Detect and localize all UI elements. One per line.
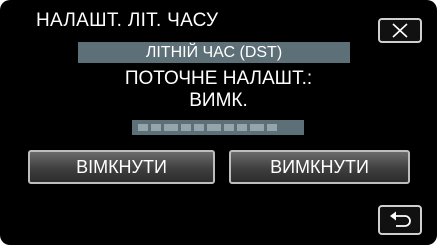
turn-on-button[interactable]: ВІМКНУТИ — [28, 150, 215, 184]
current-setting-label: ПОТОЧНЕ НАЛАШТ.: — [124, 68, 313, 89]
current-setting-value: ВИМК. — [189, 90, 248, 111]
bar-segment — [250, 124, 264, 131]
close-button[interactable] — [378, 18, 422, 43]
bar-segment — [164, 124, 178, 131]
bar-segment — [224, 124, 234, 131]
turn-off-button[interactable]: ВИМКНУТИ — [229, 150, 410, 184]
bar-segment — [237, 124, 247, 131]
bar-segment — [207, 124, 221, 131]
back-button[interactable] — [378, 205, 422, 235]
date-time-display-bar — [132, 120, 304, 135]
dst-settings-screen: НАЛАШТ. ЛІТ. ЧАСУ ЛІТНІЙ ЧАС (DST) ПОТОЧ… — [0, 0, 437, 245]
back-arrow-icon — [390, 211, 411, 227]
bar-segment — [138, 124, 148, 131]
bar-segment — [151, 124, 161, 131]
close-icon — [392, 23, 408, 38]
dst-banner: ЛІТНІЙ ЧАС (DST) — [78, 42, 350, 63]
bar-segment — [194, 124, 204, 131]
bar-segment — [267, 124, 277, 131]
page-title: НАЛАШТ. ЛІТ. ЧАСУ — [36, 10, 219, 31]
bar-segment — [181, 124, 191, 131]
